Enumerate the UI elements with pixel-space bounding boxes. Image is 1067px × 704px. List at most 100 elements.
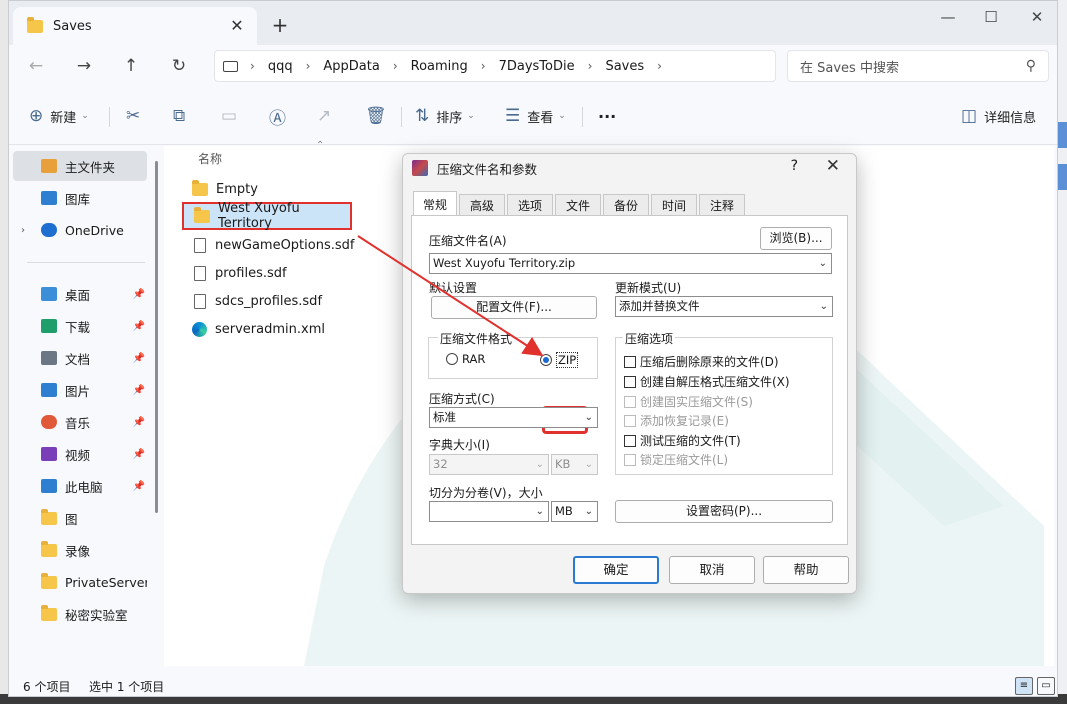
maximize-button[interactable]: ☐: [969, 7, 1013, 27]
cut-button[interactable]: ✂: [126, 101, 147, 131]
paste-button[interactable]: ▭: [221, 101, 244, 131]
pin-icon[interactable]: 📌: [133, 449, 145, 460]
close-dialog-button[interactable]: ✕: [826, 156, 840, 176]
more-options-button[interactable]: ···: [598, 101, 616, 131]
archive-name-field[interactable]: West Xuyofu Territory.zip ⌄: [429, 253, 832, 274]
pin-icon[interactable]: 📌: [133, 385, 145, 396]
breadcrumb-item[interactable]: Roaming: [402, 59, 477, 74]
tab-comment[interactable]: 注释: [699, 194, 745, 216]
view-button[interactable]: ☰ 查看 ⌄: [505, 101, 566, 131]
up-button[interactable]: ↑: [116, 53, 146, 79]
tiles-view-icon[interactable]: ▭: [1037, 677, 1055, 695]
new-tab-button[interactable]: +: [267, 13, 293, 39]
sidebar-item-folder[interactable]: PrivateServerT: [13, 567, 147, 597]
update-mode-select[interactable]: 添加并替换文件 ⌄: [615, 296, 833, 317]
sidebar-item-this-pc[interactable]: 此电脑 📌: [13, 471, 147, 501]
tab-close-icon[interactable]: ✕: [227, 16, 247, 36]
breadcrumb-item[interactable]: Saves: [596, 59, 653, 74]
method-label: 压缩方式(C): [429, 392, 495, 406]
sidebar-item-onedrive[interactable]: › OneDrive: [13, 215, 147, 245]
solid-checkbox[interactable]: 创建固实压缩文件(S): [624, 393, 753, 410]
list-item[interactable]: sdcs_profiles.sdf: [182, 287, 350, 315]
list-item[interactable]: newGameOptions.sdf: [182, 231, 354, 259]
scissors-icon: ✂: [126, 106, 141, 126]
split-size-select[interactable]: ⌄: [429, 501, 549, 522]
checkbox-icon: [624, 434, 636, 447]
details-pane-button[interactable]: ◫ 详细信息: [961, 101, 1036, 131]
forward-button[interactable]: →: [69, 53, 99, 79]
breadcrumb-item[interactable]: AppData: [314, 59, 388, 74]
divider: [582, 107, 583, 127]
sidebar-item-home[interactable]: 主文件夹: [13, 151, 147, 181]
tab-saves[interactable]: Saves ✕: [13, 7, 257, 45]
rename-button[interactable]: Ⓐ: [269, 101, 293, 131]
delete-button[interactable]: 🗑: [365, 101, 394, 131]
close-window-button[interactable]: ✕: [1015, 7, 1057, 27]
sidebar-item-videos[interactable]: 视频 📌: [13, 439, 147, 469]
chevron-right-icon[interactable]: ›: [21, 225, 25, 236]
breadcrumb-item[interactable]: 7DaysToDie: [490, 59, 584, 74]
new-button[interactable]: ⊕ 新建 ⌄: [29, 101, 89, 131]
tab-options[interactable]: 选项: [507, 194, 553, 216]
dictionary-unit-select[interactable]: KB ⌄: [551, 454, 598, 475]
minimize-button[interactable]: —: [926, 7, 970, 27]
column-header-name[interactable]: 名称: [198, 150, 222, 167]
refresh-button[interactable]: ↻: [164, 53, 194, 79]
list-item-selected[interactable]: West Xuyofu Territory: [182, 201, 352, 231]
sidebar-item-folder[interactable]: 秘密实验室: [13, 599, 147, 629]
scrollbar[interactable]: [155, 161, 158, 513]
split-unit-select[interactable]: MB ⌄: [551, 501, 598, 522]
pin-icon[interactable]: 📌: [133, 321, 145, 332]
sidebar-item-gallery[interactable]: 图库: [13, 183, 147, 213]
view-lines-icon: ☰: [505, 106, 521, 126]
tab-advanced[interactable]: 高级: [459, 194, 505, 216]
pin-icon[interactable]: 📌: [133, 353, 145, 364]
sidebar-item-documents[interactable]: 文档 📌: [13, 343, 147, 373]
details-view-icon[interactable]: ≡: [1015, 677, 1033, 695]
zip-radio[interactable]: ZIP: [540, 352, 579, 368]
browse-button[interactable]: 浏览(B)...: [760, 227, 832, 250]
chevron-down-icon: ⌄: [584, 412, 593, 423]
tab-general[interactable]: 常规: [413, 191, 457, 217]
ok-button[interactable]: 确定: [573, 556, 659, 584]
profiles-button[interactable]: 配置文件(F)...: [431, 296, 597, 319]
dictionary-select[interactable]: 32 ⌄: [429, 454, 549, 475]
sidebar-item-music[interactable]: 音乐 📌: [13, 407, 147, 437]
sidebar-item-folder[interactable]: 录像: [13, 535, 147, 565]
sidebar-item-folder[interactable]: 图: [13, 503, 147, 533]
share-button[interactable]: ↗: [317, 101, 338, 131]
delete-after-checkbox[interactable]: 压缩后删除原来的文件(D): [624, 353, 779, 370]
sidebar-item-downloads[interactable]: 下载 📌: [13, 311, 147, 341]
test-checkbox[interactable]: 测试压缩的文件(T): [624, 432, 741, 449]
tab-time[interactable]: 时间: [651, 194, 697, 216]
tab-backup[interactable]: 备份: [603, 194, 649, 216]
help-question-button[interactable]: ?: [791, 158, 798, 174]
folder-icon: [192, 179, 208, 196]
pin-icon[interactable]: 📌: [133, 417, 145, 428]
sidebar-item-label: 此电脑: [65, 479, 103, 495]
sort-ascending-icon: ⌃: [316, 140, 325, 151]
set-password-button[interactable]: 设置密码(P)...: [615, 500, 833, 523]
pin-icon[interactable]: 📌: [133, 289, 145, 300]
list-item[interactable]: profiles.sdf: [182, 259, 350, 287]
tab-files[interactable]: 文件: [555, 194, 601, 216]
sidebar-item-pictures[interactable]: 图片 📌: [13, 375, 147, 405]
breadcrumb-item[interactable]: qqq: [259, 59, 302, 74]
copy-button[interactable]: ⧉: [173, 101, 192, 131]
list-item[interactable]: serveradmin.xml: [182, 315, 350, 343]
search-input[interactable]: 在 Saves 中搜索 ⚲: [787, 50, 1049, 82]
lock-checkbox[interactable]: 锁定压缩文件(L): [624, 451, 728, 468]
rar-radio[interactable]: RAR: [446, 352, 485, 366]
pin-icon[interactable]: 📌: [133, 481, 145, 492]
sort-button[interactable]: ⇅ 排序 ⌄: [415, 101, 475, 131]
list-item[interactable]: Empty: [182, 175, 350, 203]
address-bar[interactable]: › qqq › AppData › Roaming › 7DaysToDie ›…: [214, 50, 776, 82]
back-button[interactable]: ←: [21, 53, 51, 79]
sidebar-item-desktop[interactable]: 桌面 📌: [13, 279, 147, 309]
recovery-checkbox[interactable]: 添加恢复记录(E): [624, 412, 729, 429]
cancel-button[interactable]: 取消: [669, 556, 755, 584]
navigation-pane: 主文件夹 图库 › OneDrive 桌面 📌 下载 📌 文档 📌 图片 📌 音…: [9, 146, 157, 666]
sfx-checkbox[interactable]: 创建自解压格式压缩文件(X): [624, 373, 790, 390]
method-select[interactable]: 标准 ⌄: [429, 407, 598, 428]
help-button[interactable]: 帮助: [763, 556, 849, 584]
